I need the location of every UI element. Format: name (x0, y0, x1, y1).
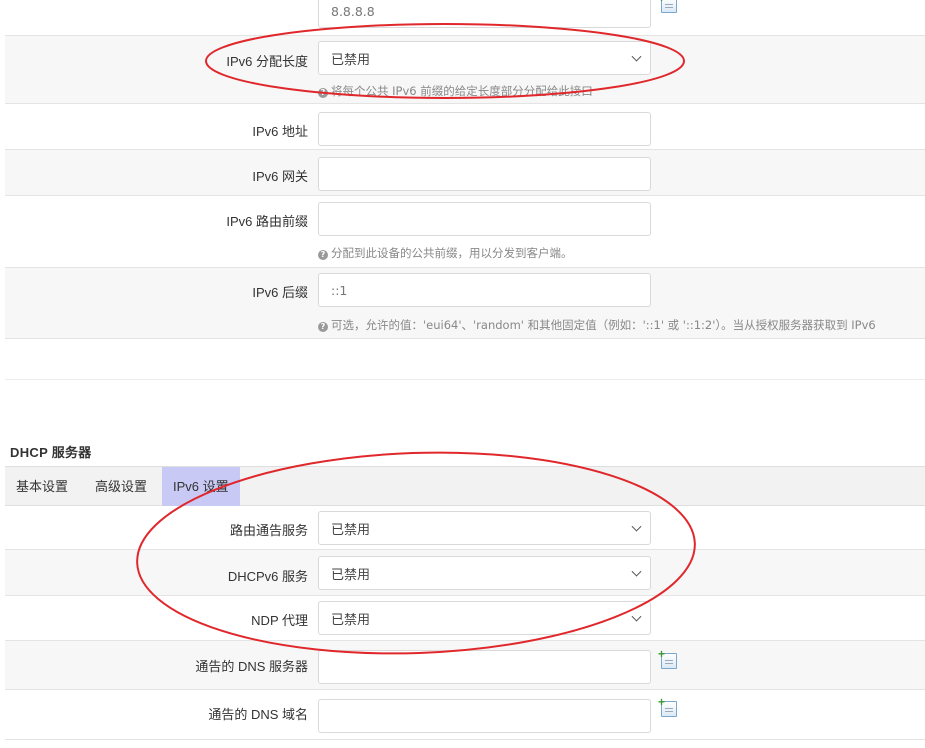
dhcpv6-service-label: DHCPv6 服务 (227, 569, 308, 584)
ipv6-prefix-input[interactable] (318, 202, 651, 236)
add-entry-icon[interactable] (658, 0, 677, 13)
ndp-proxy-value: 已禁用 (331, 612, 371, 628)
dhcpv6-service-value: 已禁用 (331, 567, 371, 583)
dns-server-value: 8.8.8.8 (331, 3, 375, 19)
ndp-proxy-select[interactable]: 已禁用 (318, 601, 651, 635)
ndp-proxy-row: NDP 代理 已禁用 (5, 596, 925, 641)
ipv6-addr-row: IPv6 地址 (5, 104, 925, 150)
announced-dns-label: 通告的 DNS 服务器 (195, 659, 308, 674)
question-circle-icon: ? (318, 322, 328, 332)
ipv6-suffix-value: ::1 (331, 282, 348, 298)
dhcpv6-service-select[interactable]: 已禁用 (318, 556, 651, 590)
announced-domain-label: 通告的 DNS 域名 (208, 707, 308, 722)
chevron-down-icon (631, 521, 642, 532)
chevron-down-icon (631, 566, 642, 577)
section-divider (5, 379, 925, 380)
chevron-down-icon (631, 611, 642, 622)
ipv6-gw-label: IPv6 网关 (252, 169, 308, 184)
ipv6-assign-select[interactable]: 已禁用 (318, 41, 651, 75)
ipv6-addr-input[interactable] (318, 112, 651, 146)
ipv6-assign-value: 已禁用 (331, 52, 371, 68)
dhcp-section-title: DHCP 服务器 (10, 445, 92, 460)
announced-domain-row: 通告的 DNS 域名 (5, 690, 925, 740)
ra-service-row: 路由通告服务 已禁用 (5, 506, 925, 550)
ra-service-label: 路由通告服务 (229, 523, 308, 538)
dhcpv6-service-row: DHCPv6 服务 已禁用 (5, 550, 925, 596)
ipv6-assign-hint: ? 将每个公共 IPv6 前缀的给定长度部分分配给此接口 (318, 83, 593, 99)
tab-advanced-settings[interactable]: 高级设置 (84, 467, 158, 506)
ipv6-assign-hint-text: 将每个公共 IPv6 前缀的给定长度部分分配给此接口 (331, 84, 593, 98)
ipv6-suffix-label: IPv6 后缀 (252, 285, 308, 300)
ipv6-suffix-hint: ? 可选，允许的值：'eui64'、'random' 和其他固定值（例如：'::1… (318, 317, 876, 333)
ipv6-prefix-label: IPv6 路由前缀 (226, 214, 308, 229)
dns-row: 8.8.8.8 (5, 0, 925, 36)
ipv6-gw-input[interactable] (318, 157, 651, 191)
add-entry-icon[interactable] (658, 695, 677, 717)
ndp-proxy-label: NDP 代理 (251, 613, 308, 628)
announced-dns-row: 通告的 DNS 服务器 (5, 641, 925, 690)
ipv6-assign-row: IPv6 分配长度 已禁用 ? 将每个公共 IPv6 前缀的给定长度部分分配给此接… (5, 36, 925, 104)
question-circle-icon: ? (318, 88, 328, 98)
ipv6-prefix-row: IPv6 路由前缀 ? 分配到此设备的公共前缀，用以分发到客户端。 (5, 196, 925, 268)
chevron-down-icon (631, 51, 642, 62)
ipv6-suffix-input[interactable]: ::1 (318, 273, 651, 307)
tab-basic-settings[interactable]: 基本设置 (5, 467, 79, 506)
dhcp-tabbar: 基本设置 高级设置 IPv6 设置 (5, 466, 925, 506)
tab-ipv6-settings[interactable]: IPv6 设置 (162, 467, 240, 506)
question-circle-icon: ? (318, 250, 328, 260)
ipv6-assign-label: IPv6 分配长度 (226, 54, 308, 69)
add-entry-icon[interactable] (658, 647, 677, 669)
ipv6-suffix-hint-text: 可选，允许的值：'eui64'、'random' 和其他固定值（例如：'::1'… (331, 318, 876, 332)
ipv6-prefix-hint-text: 分配到此设备的公共前缀，用以分发到客户端。 (331, 246, 573, 260)
ipv6-addr-label: IPv6 地址 (252, 124, 308, 139)
ipv6-prefix-hint: ? 分配到此设备的公共前缀，用以分发到客户端。 (318, 245, 573, 261)
announced-dns-input[interactable] (318, 650, 651, 684)
ipv6-gw-row: IPv6 网关 (5, 150, 925, 196)
dns-server-input[interactable]: 8.8.8.8 (318, 0, 651, 28)
ipv6-suffix-row: IPv6 后缀 ::1 ? 可选，允许的值：'eui64'、'random' 和其… (5, 268, 925, 339)
ra-service-select[interactable]: 已禁用 (318, 511, 651, 545)
announced-domain-input[interactable] (318, 699, 651, 733)
ra-service-value: 已禁用 (331, 522, 371, 538)
